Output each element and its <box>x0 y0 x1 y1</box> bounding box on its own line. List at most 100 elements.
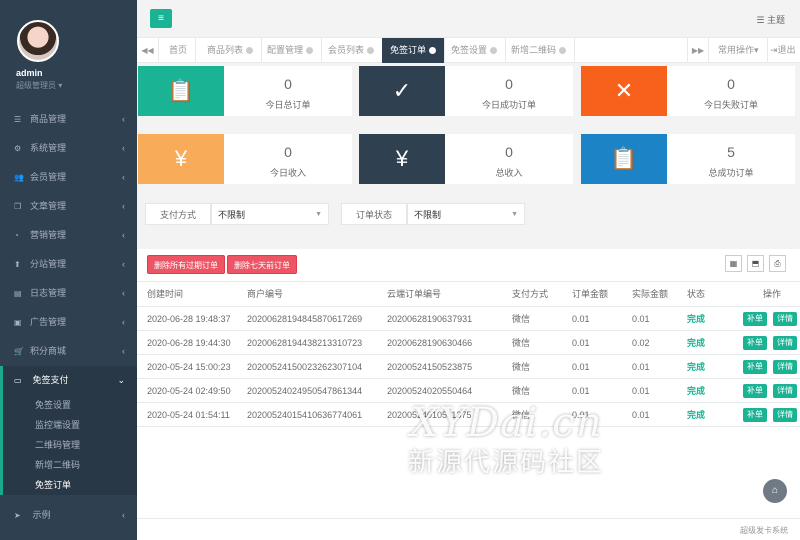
stat-label: 总收入 <box>495 168 523 178</box>
fix-order-button[interactable]: 补单 <box>743 336 767 350</box>
calendar-icon: ▤ <box>14 289 22 298</box>
sidebar-item[interactable]: ▤ 日志管理 ‹ <box>0 279 137 308</box>
sidebar: admin 超级管理员 ▾ ☰ 商品管理 ‹ ⚙ 系统管理 ‹ 👥 会员管理 ‹ ❐ 文章管理 ‹ ◔ 营… <box>0 0 137 540</box>
fix-order-button[interactable]: 补单 <box>743 360 767 374</box>
subnav-item[interactable]: 二维码管理 <box>3 435 137 455</box>
close-icon[interactable] <box>559 47 567 54</box>
tab-item[interactable]: 配置管理 <box>259 38 323 63</box>
chevron-left-icon: ‹ <box>122 201 125 211</box>
sidebar-item[interactable]: ☰ 商品管理 ‹ <box>0 105 137 134</box>
detail-button[interactable]: 详情 <box>773 336 797 350</box>
close-icon[interactable] <box>367 47 375 54</box>
chevron-left-icon: ‹ <box>122 288 125 298</box>
cell-actual: 0.01 <box>632 386 650 396</box>
delete-7days-button[interactable]: 删除七天前订单 <box>227 255 297 274</box>
menu-toggle-button[interactable]: ≡ <box>150 9 172 28</box>
sidebar-item-label: 分站管理 <box>30 259 67 269</box>
grid-view-icon[interactable]: ▦ <box>725 255 742 272</box>
table-row: 2020-05-24 15:00:23 202005241500232623071… <box>137 355 800 379</box>
subnav-item[interactable]: 新增二维码 <box>3 455 137 475</box>
tab-item[interactable]: 首页 <box>161 38 197 63</box>
footer: 超级发卡系统 <box>137 518 800 540</box>
stat-value: 0 <box>284 76 292 92</box>
table-header-cell: 订单金额 <box>572 289 609 299</box>
nav-list: ☰ 商品管理 ‹ ⚙ 系统管理 ‹ 👥 会员管理 ‹ ❐ 文章管理 ‹ ◔ 营销管理 ‹ ⬆ 分站管理 ‹ ▤ 日志管… <box>0 105 137 366</box>
chevron-left-icon: ‹ <box>122 317 125 327</box>
logout-button[interactable]: ⇥退出 <box>762 38 800 63</box>
close-icon[interactable] <box>306 47 314 54</box>
sidebar-item[interactable]: 👥 会员管理 ‹ <box>0 163 137 192</box>
pay-method-select[interactable]: 不限制 ▼ <box>211 203 329 225</box>
detail-button[interactable]: 详情 <box>773 360 797 374</box>
sidebar-item[interactable]: ◔ 营销管理 ‹ <box>0 221 137 250</box>
gear-icon: ⚙ <box>14 144 22 153</box>
detail-button[interactable]: 详情 <box>773 408 797 422</box>
stat-label: 总成功订单 <box>708 168 754 178</box>
pay-method-label: 支付方式 <box>145 203 211 225</box>
logout-label: 退出 <box>777 45 796 55</box>
cell-amount: 0.01 <box>572 362 590 372</box>
stat-card: ¥0 今日收入 <box>138 134 352 184</box>
sidebar-item-label: 系统管理 <box>30 143 67 153</box>
sidebar-item-example[interactable]: ➤ 示例 ‹ <box>0 501 137 530</box>
users-icon: 👥 <box>14 173 24 182</box>
stat-card: ✓ 0 今日成功订单 <box>359 66 573 116</box>
print-icon[interactable]: ⎙ <box>769 255 786 272</box>
close-icon[interactable] <box>490 47 498 54</box>
order-status-select[interactable]: 不限制 ▼ <box>407 203 525 225</box>
detail-button[interactable]: 详情 <box>773 384 797 398</box>
user-role-dropdown[interactable]: 超级管理员 ▾ <box>16 80 62 91</box>
tab-item[interactable]: 商品列表 <box>199 38 263 63</box>
subnav-item[interactable]: 免签设置 <box>3 395 137 415</box>
common-ops-dropdown[interactable]: 常用操作▾ <box>710 38 768 63</box>
order-status-value: 不限制 <box>414 210 442 220</box>
delete-expired-button[interactable]: 删除所有过期订单 <box>147 255 225 274</box>
user-name[interactable]: admin <box>16 68 43 78</box>
avatar[interactable] <box>17 20 59 62</box>
sidebar-item-label: 免签支付 <box>32 375 69 385</box>
sidebar-item-label: 会员管理 <box>30 172 67 182</box>
fix-order-button[interactable]: 补单 <box>743 384 767 398</box>
stat-card: ✕ 0 今日失败订单 <box>581 66 795 116</box>
watermark-subtext: 新源代源码社区 <box>408 447 605 477</box>
table-header-cell: 实际金额 <box>632 289 669 299</box>
sidebar-item[interactable]: ⚙ 系统管理 ‹ <box>0 134 137 163</box>
tab-label: 会员列表 <box>328 45 365 55</box>
fix-order-button[interactable]: 补单 <box>743 408 767 422</box>
tab-item[interactable]: 免签设置 <box>443 38 507 63</box>
close-icon[interactable] <box>246 47 254 54</box>
close-icon[interactable] <box>429 47 437 54</box>
tab-item[interactable]: 会员列表 <box>320 38 384 63</box>
sidebar-item-free-pay[interactable]: ▭ 免签支付 ⌄ <box>0 366 137 395</box>
table-row: 2020-06-28 19:48:37 202006281948458706172… <box>137 307 800 331</box>
list-icon: ☰ <box>14 115 22 124</box>
subnav-item[interactable]: 免签订单 <box>3 475 137 495</box>
tab-item[interactable]: 免签订单 <box>382 38 446 63</box>
subnav-item[interactable]: 监控端设置 <box>3 415 137 435</box>
scroll-top-button[interactable]: ⌂ <box>763 479 787 503</box>
export-icon[interactable]: ⬒ <box>747 255 764 272</box>
table-header-cell: 支付方式 <box>512 289 549 299</box>
detail-button[interactable]: 详情 <box>773 312 797 326</box>
fix-order-button[interactable]: 补单 <box>743 312 767 326</box>
sidebar-item[interactable]: ❐ 文章管理 ‹ <box>0 192 137 221</box>
copy-icon: ❐ <box>14 202 22 211</box>
tab-item[interactable]: 新增二维码 <box>503 38 576 63</box>
tab-scroll-left-button[interactable]: ◀◀ <box>137 38 159 63</box>
sidebar-item[interactable]: ▣ 广告管理 ‹ <box>0 308 137 337</box>
card-icon: ▭ <box>14 376 22 385</box>
table-header-cell: 商户编号 <box>247 289 284 299</box>
chevron-left-icon: ‹ <box>122 510 125 520</box>
sidebar-item[interactable]: 🛒 积分商城 ‹ <box>0 337 137 366</box>
table-row: 2020-06-28 19:44:30 202006281944382133107… <box>137 331 800 355</box>
stat-value: 0 <box>505 76 513 92</box>
theme-button[interactable]: ☰ 主题 <box>756 13 785 26</box>
cell-pay: 微信 <box>512 338 531 348</box>
pay-method-value: 不限制 <box>218 210 246 220</box>
sidebar-item[interactable]: ⬆ 分站管理 ‹ <box>0 250 137 279</box>
tab-label: 新增二维码 <box>511 45 557 55</box>
chevron-left-icon: ‹ <box>122 172 125 182</box>
chevron-left-icon: ‹ <box>122 114 125 124</box>
tab-scroll-right-button[interactable]: ▶▶ <box>687 38 709 63</box>
table-header-cell: 状态 <box>687 289 706 299</box>
